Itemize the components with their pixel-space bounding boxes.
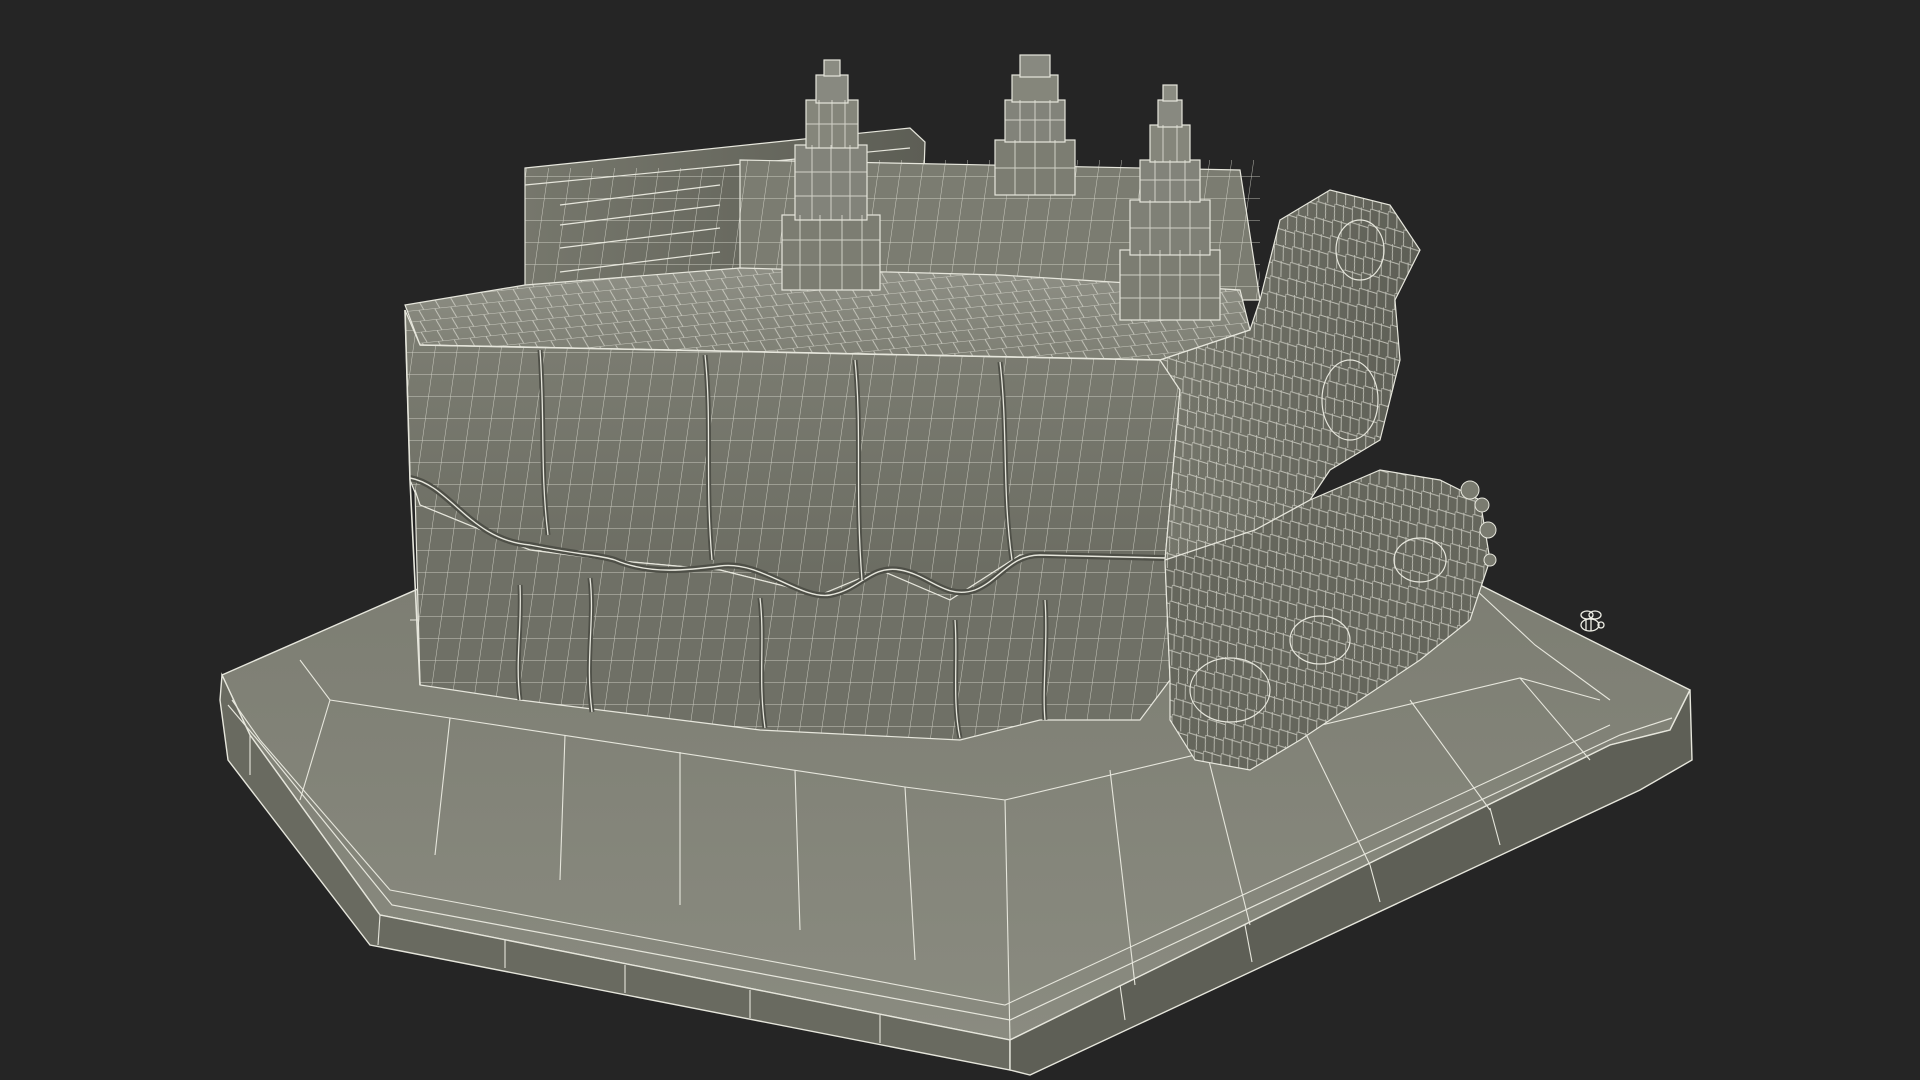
spire-right: [1119, 84, 1221, 321]
rock-block: [404, 267, 1251, 741]
render-viewport: [0, 0, 1920, 1080]
spire-left: [781, 59, 881, 291]
spire-middle: [994, 54, 1076, 196]
wireframe-render: [219, 54, 1693, 1076]
bee-logo-icon: [1580, 610, 1605, 632]
